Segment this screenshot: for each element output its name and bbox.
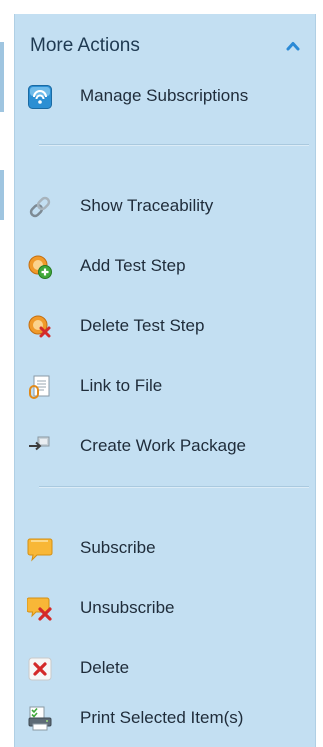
delete-step-icon	[28, 315, 51, 338]
divider	[39, 144, 309, 146]
action-print-selected-items[interactable]: Print Selected Item(s)	[27, 698, 307, 738]
action-manage-subscriptions[interactable]: Manage Subscriptions	[27, 76, 307, 116]
action-unsubscribe[interactable]: Unsubscribe	[27, 588, 307, 628]
panel-header[interactable]: More Actions	[15, 32, 315, 60]
action-label: Unsubscribe	[80, 598, 175, 617]
link-file-icon	[29, 375, 50, 399]
add-step-icon	[28, 255, 52, 279]
action-label: Create Work Package	[80, 436, 246, 455]
edge-segment	[0, 170, 4, 220]
action-label: Manage Subscriptions	[80, 86, 249, 105]
red-x-icon	[28, 657, 52, 681]
action-delete-test-step[interactable]: Delete Test Step	[27, 306, 307, 346]
action-label: Link to File	[80, 376, 163, 395]
action-label: Show Traceability	[80, 196, 214, 215]
action-label: Delete	[80, 658, 130, 677]
action-show-traceability[interactable]: Show Traceability	[27, 186, 307, 226]
action-label: Add Test Step	[80, 256, 186, 275]
chevron-up-icon[interactable]	[285, 38, 301, 54]
left-edge-strip	[0, 0, 14, 747]
action-add-test-step[interactable]: Add Test Step	[27, 246, 307, 286]
action-delete[interactable]: Delete	[27, 648, 307, 688]
action-label: Print Selected Item(s)	[80, 708, 244, 727]
action-create-work-package[interactable]: Create Work Package	[27, 426, 307, 466]
more-actions-panel: More Actions Manage Subscriptions Show T…	[14, 14, 316, 747]
action-link-to-file[interactable]: Link to File	[27, 366, 307, 406]
unsubscribe-icon	[27, 597, 52, 621]
action-label: Delete Test Step	[80, 316, 205, 335]
speech-bubble-icon	[27, 538, 53, 562]
action-subscribe[interactable]: Subscribe	[27, 528, 307, 568]
action-label: Subscribe	[80, 538, 156, 557]
print-list-icon	[28, 706, 52, 731]
link-chain-icon	[29, 196, 51, 218]
work-package-icon	[29, 436, 50, 451]
panel-title: More Actions	[30, 35, 140, 56]
divider	[39, 486, 309, 488]
subscriptions-icon	[28, 85, 52, 109]
edge-segment	[0, 42, 4, 112]
